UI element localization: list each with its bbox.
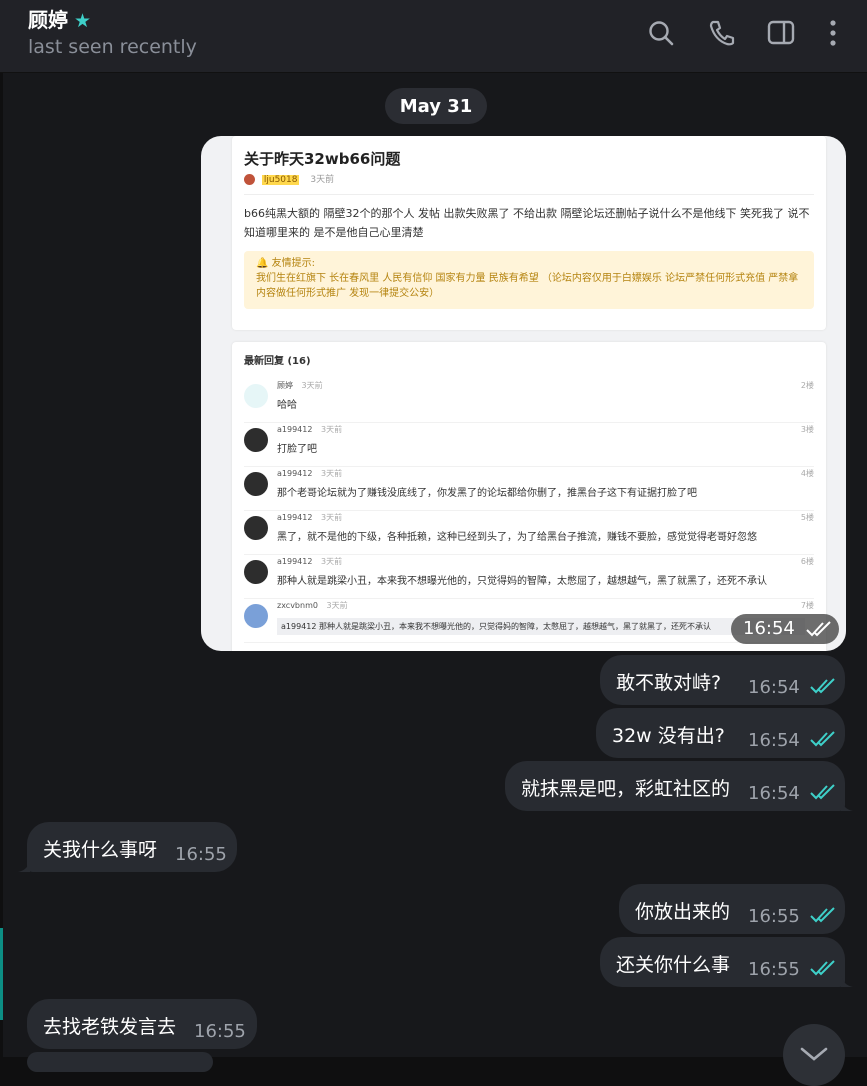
more-vert-icon[interactable]	[820, 16, 846, 50]
avatar	[244, 472, 268, 496]
replies-header: 最新回复 (16)	[244, 356, 311, 367]
phone-icon[interactable]	[707, 16, 737, 50]
reply-row: a199412 3天前 6楼 那种人就是跳梁小丑，本来我不想曝光他的，只觉得妈的…	[244, 554, 814, 599]
message-bubble-in[interactable]: 关我什么事呀 16:55	[27, 822, 237, 872]
bubble-tail	[841, 799, 853, 811]
chevron-down-icon	[800, 1047, 828, 1061]
message-bubble-out[interactable]: 还关你什么事 16:55	[600, 937, 845, 987]
message-bubble-in[interactable]: 去找老铁发言去 16:55	[27, 999, 257, 1049]
forum-post-card: 关于昨天32wb66问题 lju5018 3天前 b66纯黑大额的 隔壁32个的…	[232, 136, 826, 330]
reply-row: zxcvbnm0 3天前 7楼 a199412 那种人就是跳梁小丑，本来我不想曝…	[244, 598, 814, 643]
message-bubble-out[interactable]: 你放出来的 16:55	[619, 884, 845, 934]
photo-message[interactable]: 关于昨天32wb66问题 lju5018 3天前 b66纯黑大额的 隔壁32个的…	[201, 136, 846, 651]
reply-row: a199412 3天前 5楼 黑了，就不是他的下级，各种抵赖，这种已经到头了，为…	[244, 510, 814, 555]
read-ticks-icon	[810, 731, 835, 747]
avatar	[244, 428, 268, 452]
date-separator: May 31	[385, 88, 487, 124]
star-icon: ★	[74, 10, 92, 32]
bubble-tail	[18, 860, 30, 872]
sidebar-toggle-icon[interactable]	[766, 16, 796, 50]
read-ticks-icon	[810, 678, 835, 694]
author-avatar	[244, 174, 255, 185]
left-accent-bar	[0, 928, 3, 1020]
avatar	[244, 384, 268, 408]
message-bubble-out[interactable]: 32w 没有出? 16:54	[596, 708, 845, 758]
bubble-tail	[841, 975, 853, 987]
search-icon[interactable]	[646, 16, 676, 50]
photo-timestamp: 16:54	[731, 614, 839, 644]
read-ticks-icon	[806, 621, 831, 637]
avatar	[244, 604, 268, 628]
reply-row: a199412 3天前 3楼 打脸了吧	[244, 422, 814, 467]
chat-header: 顾婷 ★ last seen recently	[0, 0, 867, 73]
avatar	[244, 560, 268, 584]
contact-name[interactable]: 顾婷 ★	[28, 4, 91, 33]
read-ticks-icon	[810, 960, 835, 976]
reply-row: a199412 3天前 4楼 那个老哥论坛就为了赚钱没底线了，你发黑了的论坛都给…	[244, 466, 814, 511]
reply-row: 顾婷 3天前 2楼 哈哈	[244, 378, 814, 423]
post-meta: lju5018 3天前	[244, 172, 334, 185]
scroll-to-bottom-button[interactable]	[783, 1024, 845, 1086]
replies-card: 最新回复 (16) 顾婷 3天前 2楼 哈哈 a199412 3天前 3楼 打脸…	[232, 342, 826, 651]
message-bubble-partial	[27, 1052, 213, 1072]
post-body: b66纯黑大额的 隔壁32个的那个人 发帖 出款失败黑了 不给出款 隔壁论坛还删…	[244, 207, 810, 239]
last-seen-status: last seen recently	[28, 36, 197, 58]
avatar	[244, 516, 268, 540]
post-title: 关于昨天32wb66问题	[244, 150, 401, 168]
read-ticks-icon	[810, 907, 835, 923]
message-bubble-out[interactable]: 就抹黑是吧，彩虹社区的 16:54	[505, 761, 845, 811]
tip-box: 🔔 友情提示: 我们生在红旗下 长在春风里 人民有信仰 国家有力量 民族有希望 …	[244, 251, 814, 309]
message-bubble-out[interactable]: 敢不敢对峙? 16:54	[600, 655, 845, 705]
read-ticks-icon	[810, 784, 835, 800]
